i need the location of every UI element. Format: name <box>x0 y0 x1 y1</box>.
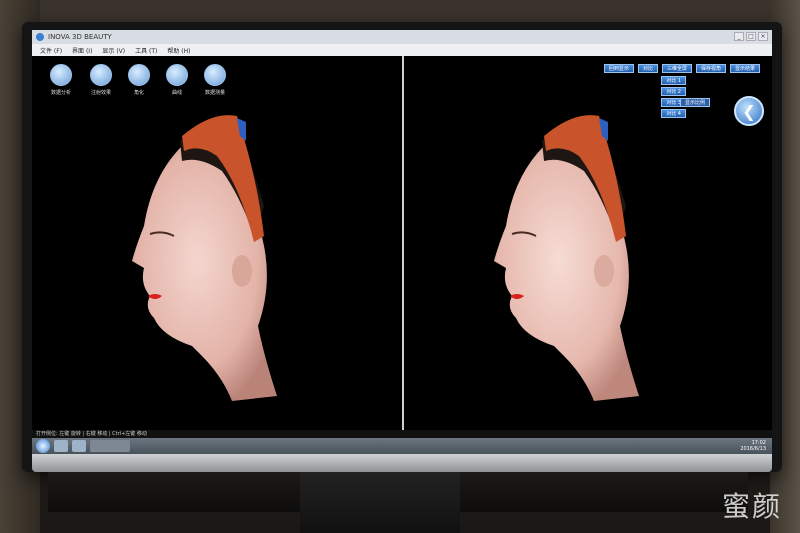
taskbar-app-item[interactable] <box>90 440 130 452</box>
menu-tools[interactable]: 工具 (T) <box>135 46 157 55</box>
browser-icon[interactable] <box>54 440 68 452</box>
maximize-button[interactable]: □ <box>746 32 756 41</box>
minimize-button[interactable]: _ <box>734 32 744 41</box>
menu-file[interactable]: 文件 (F) <box>40 46 62 55</box>
window-controls: _ □ × <box>734 32 768 41</box>
watermark-logo: 蜜颜 <box>721 490 782 523</box>
face-model-right[interactable] <box>404 56 772 430</box>
viewport-left[interactable]: 数据分析 注射效果 角化 曲线 数据测量 <box>32 56 402 430</box>
monitor-bezel <box>32 454 772 472</box>
window-title: INOVA 3D BEAUTY <box>48 33 112 41</box>
start-button-icon[interactable] <box>36 439 50 453</box>
clock-date: 2016/6/13 <box>740 446 766 452</box>
close-button[interactable]: × <box>758 32 768 41</box>
system-clock[interactable]: 17:02 2016/6/13 <box>740 440 766 452</box>
window-titlebar: INOVA 3D BEAUTY _ □ × <box>32 30 772 44</box>
app-taskbar-icon[interactable] <box>72 440 86 452</box>
menu-help[interactable]: 帮助 (H) <box>167 46 190 55</box>
taskbar: 17:02 2016/6/13 <box>32 438 772 454</box>
app-icon <box>36 33 44 41</box>
viewport-right[interactable]: 回到显示 对比 三维全屏 保存视角 显示结果 对比 1 对比 2 对比 3 对比… <box>404 56 772 430</box>
face-model-left[interactable] <box>32 56 402 430</box>
monitor-stand-base <box>300 472 460 533</box>
screen: INOVA 3D BEAUTY _ □ × 文件 (F) 界面 (I) 显示 (… <box>32 30 772 454</box>
status-bar: 打开侧位: 左键 旋转 | 右键 移动 | Ctrl+左键 移动 <box>32 430 772 438</box>
monitor: INOVA 3D BEAUTY _ □ × 文件 (F) 界面 (I) 显示 (… <box>22 22 782 472</box>
menubar: 文件 (F) 界面 (I) 显示 (V) 工具 (T) 帮助 (H) <box>32 44 772 56</box>
menu-interface[interactable]: 界面 (I) <box>72 46 92 55</box>
menu-view[interactable]: 显示 (V) <box>102 46 125 55</box>
